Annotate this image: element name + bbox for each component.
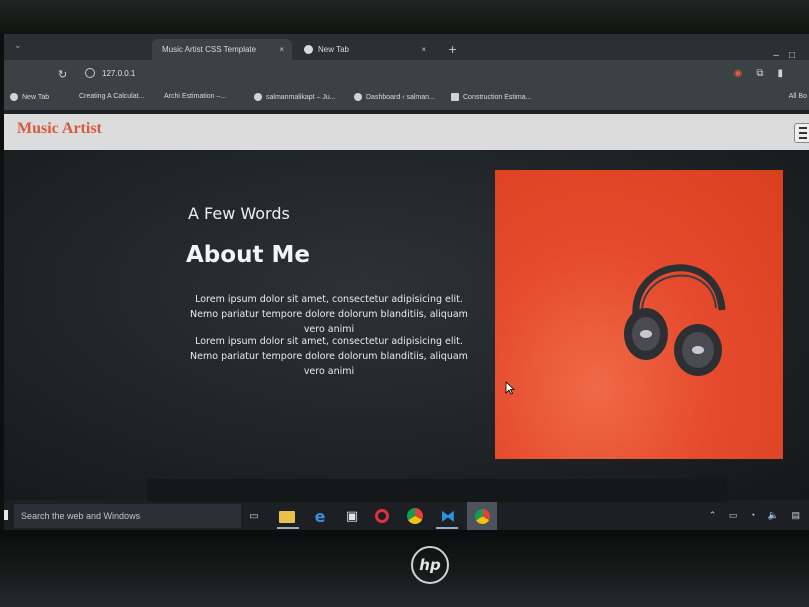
bookmark-archi-estimation[interactable]: Archi Estimation –... [164,93,226,100]
windows-taskbar: Search the web and Windows ▭ e ▣ ⧓ ⌃ ▭ ◔… [4,502,809,530]
opera-icon[interactable] [375,509,389,523]
hp-logo: hp [411,546,449,584]
site-info-icon[interactable] [85,68,95,78]
tab-strip: ⌄ Music Artist CSS Template × New Tab × … [4,34,809,61]
about-paragraph: Lorem ipsum dolor sit amet, consectetur … [190,294,468,335]
tab-music-artist[interactable]: Music Artist CSS Template × [152,39,292,60]
laptop-bezel-bottom [0,530,809,607]
chrome-favicon-icon [304,45,313,55]
headphones-icon [624,264,726,376]
mouse-cursor-icon [505,381,515,395]
bookmark-dashboard[interactable]: Dashboard ‹ salman... [354,93,435,101]
laptop-bezel-top [0,0,809,34]
wordpress-icon [354,93,362,101]
tab-menu-icon[interactable]: ⌄ [14,41,22,51]
extension-icons[interactable]: ◉⧉▮ [734,68,797,79]
bookmark-calculator[interactable]: Creating A Calculat... [79,93,144,100]
chrome-active-icon[interactable] [467,502,497,530]
task-view-icon[interactable]: ▭ [245,507,263,525]
file-explorer-icon[interactable] [279,511,295,523]
site-logo[interactable]: Music Artist [17,120,102,138]
reload-icon[interactable]: ↻ [58,68,67,81]
browser-toolbar: ↻ 127.0.0.1 ◉⧉▮ [4,60,809,88]
bookmark-construction-estimation[interactable]: Construction Estima... [451,93,531,101]
running-indicator [277,527,299,529]
page-bottom-bar [147,479,727,503]
headphones-image [495,170,783,459]
about-section: A Few Words About Me Lorem ipsum dolor s… [4,150,809,500]
section-title: About Me [186,242,310,268]
hamburger-menu-icon[interactable] [794,123,809,143]
tab-new-tab[interactable]: New Tab × [294,39,434,60]
wordpress-icon [254,93,262,101]
about-paragraph: Lorem ipsum dolor sit amet, consectetur … [190,336,468,377]
site-header: Music Artist [4,114,809,150]
section-subtitle: A Few Words [188,204,290,223]
bookmark-salmanmalikapt[interactable]: salmanmalikapt – Ju... [254,93,336,101]
running-indicator [436,527,458,529]
address-bar[interactable]: 127.0.0.1 [102,69,135,78]
close-icon[interactable]: × [279,39,284,60]
bookmarks-bar: New Tab Creating A Calculat... Archi Est… [4,88,809,110]
taskbar-search[interactable]: Search the web and Windows [14,504,241,528]
store-icon[interactable]: ▣ [343,507,361,525]
bookmark-all-bookmarks[interactable]: All Bo [789,93,807,100]
start-button[interactable] [4,510,8,520]
globe-icon [10,93,18,101]
screen: ⌄ Music Artist CSS Template × New Tab × … [4,34,809,530]
vscode-icon[interactable]: ⧓ [439,507,457,525]
close-icon[interactable]: × [421,39,426,60]
web-page: Music Artist A Few Words About Me Lorem … [4,110,809,500]
tab-label: Music Artist CSS Template [162,45,257,54]
search-placeholder: Search the web and Windows [21,511,141,521]
new-tab-button[interactable]: + [448,43,457,56]
rss-icon[interactable]: ◉ [734,68,757,79]
chrome-icon[interactable] [407,508,423,524]
bookmark-new-tab[interactable]: New Tab [10,93,49,101]
system-tray[interactable]: ⌃ ▭ ◔ 🔈 ▤ [709,510,805,521]
edge-icon[interactable]: e [311,507,329,526]
tab-label: New Tab [318,45,349,54]
page-icon [451,93,459,101]
